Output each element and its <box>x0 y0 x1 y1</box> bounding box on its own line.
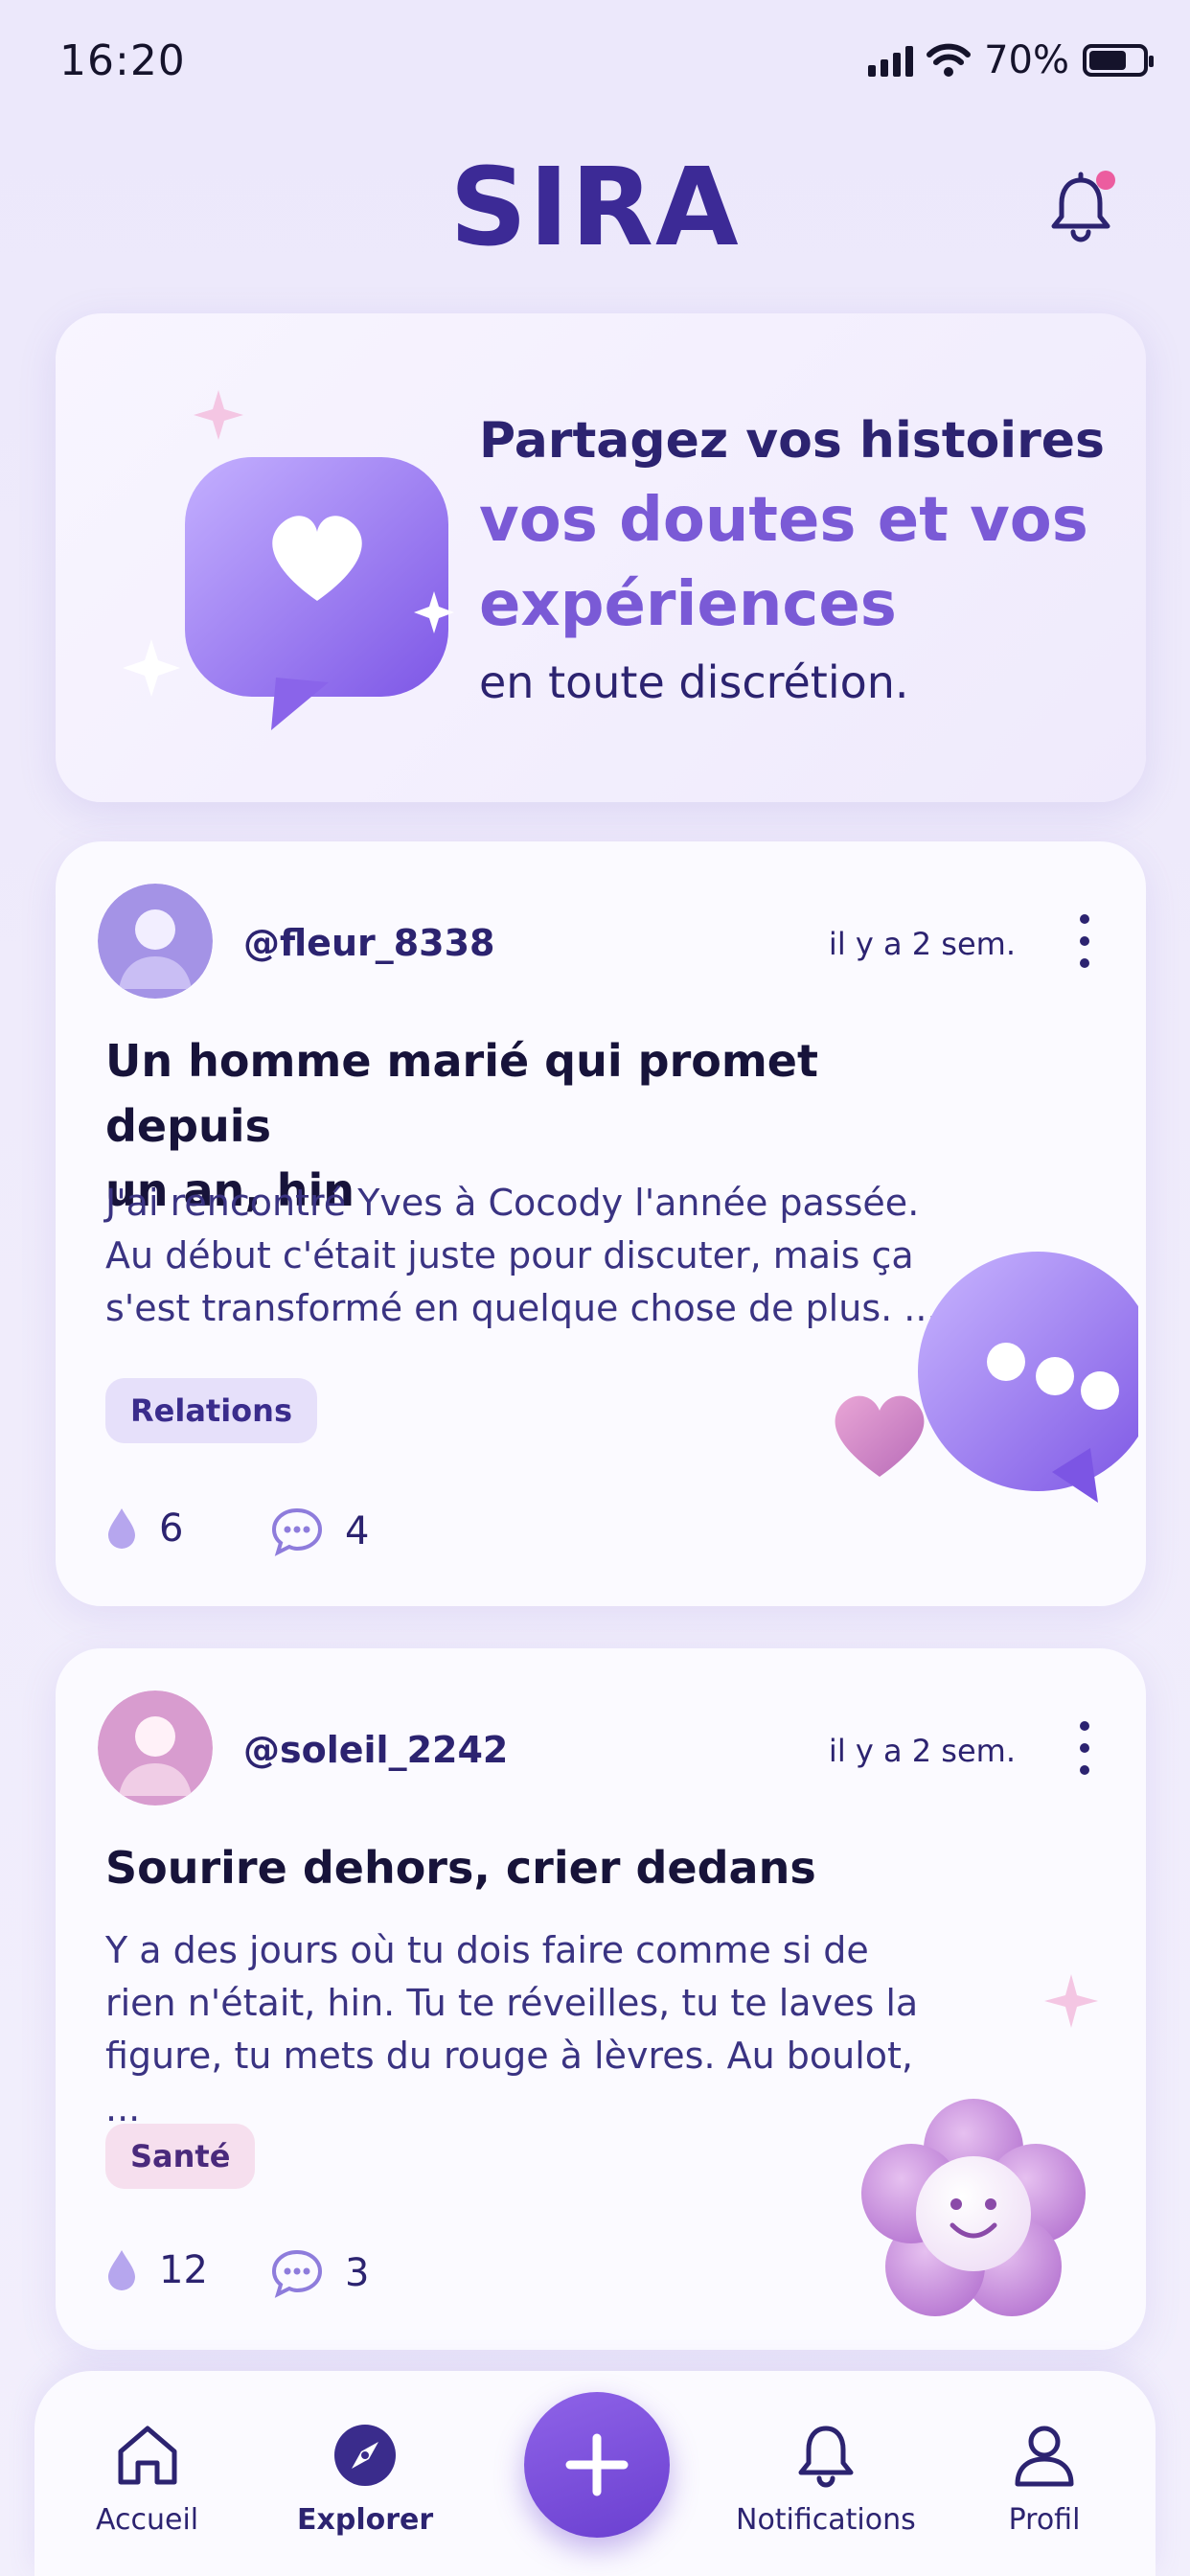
more-options-button[interactable] <box>1073 1721 1096 1775</box>
like-count-value: 12 <box>159 2248 208 2292</box>
notification-dot <box>1096 171 1115 190</box>
post-excerpt-line: J'ai rencontré Yves à Cocody l'année pas… <box>105 1182 920 1224</box>
avatar[interactable] <box>98 1690 213 1806</box>
signal-icon <box>868 44 914 77</box>
notifications-button[interactable] <box>1044 171 1117 247</box>
user-icon <box>1015 2426 1074 2487</box>
post-card[interactable]: @fleur_8338 il y a 2 sem. Un homme marié… <box>56 841 1146 1606</box>
app-title: SIRA <box>449 146 741 270</box>
comment-count-value: 3 <box>345 2251 370 2295</box>
hero-subtitle: en toute discrétion. <box>479 656 909 709</box>
nav-notifications[interactable]: Notifications <box>736 2419 916 2537</box>
post-excerpt-line: figure, tu mets du rouge à lèvres. Au bo… <box>105 2035 913 2130</box>
category-tag[interactable]: Santé <box>105 2124 256 2189</box>
post-time: il y a 2 sem. <box>828 1733 1016 1769</box>
comment-icon <box>271 1507 323 1556</box>
like-count-value: 6 <box>159 1506 184 1551</box>
compass-icon <box>334 2425 397 2486</box>
hero-text: Partagez vos histoires vos doutes et vos… <box>479 409 1131 708</box>
comment-icon <box>271 2249 323 2298</box>
post-title-line: Un homme marié qui promet depuis <box>105 1035 818 1152</box>
nav-explore-label: Explorer <box>297 2503 434 2537</box>
like-count[interactable]: 6 <box>105 1506 183 1551</box>
comment-count[interactable]: 3 <box>270 2248 369 2298</box>
nav-home[interactable]: Accueil <box>96 2419 198 2537</box>
more-options-button[interactable] <box>1073 914 1096 968</box>
post-excerpt-line: rien n'était, hin. Tu te réveilles, tu t… <box>105 1982 919 2025</box>
plus-icon <box>565 2433 629 2496</box>
drop-icon <box>108 1508 135 1549</box>
nav-profile-label: Profil <box>1008 2503 1081 2537</box>
nav-explore[interactable]: Explorer <box>297 2419 433 2537</box>
hero-banner: Partagez vos histoires vos doutes et vos… <box>56 313 1146 802</box>
status-bar: 16:20 70% <box>0 0 1190 125</box>
status-time: 16:20 <box>59 36 186 85</box>
post-time: il y a 2 sem. <box>828 926 1016 962</box>
battery-icon <box>1083 44 1154 77</box>
nav-notifications-label: Notifications <box>736 2503 916 2537</box>
category-tag[interactable]: Relations <box>105 1378 317 1443</box>
user-avatar-icon <box>98 884 213 999</box>
bottom-navigation: Accueil Explorer Notifications Profil <box>34 2371 1156 2576</box>
comment-count[interactable]: 4 <box>270 1506 369 1556</box>
status-icons: 70% <box>868 38 1154 82</box>
create-post-button[interactable] <box>524 2392 670 2538</box>
like-count[interactable]: 12 <box>105 2248 208 2292</box>
post-card[interactable]: @soleil_2242 il y a 2 sem. Sourire dehor… <box>56 1648 1146 2350</box>
hero-heading: Partagez vos histoires <box>479 412 1105 470</box>
nav-home-label: Accueil <box>96 2503 199 2537</box>
user-avatar-icon <box>98 1690 213 1806</box>
username[interactable]: @soleil_2242 <box>243 1729 508 1771</box>
post-excerpt: Y a des jours où tu dois faire comme si … <box>105 1924 939 2135</box>
avatar[interactable] <box>98 884 213 999</box>
comment-count-value: 4 <box>345 1509 370 1553</box>
nav-profile[interactable]: Profil <box>1008 2419 1081 2537</box>
post-excerpt-line: Y a des jours où tu dois faire comme si … <box>105 1929 869 1971</box>
home-icon <box>118 2426 177 2485</box>
bell-icon <box>798 2426 854 2488</box>
battery-percent: 70% <box>984 38 1069 82</box>
drop-icon <box>108 2250 135 2290</box>
battery-level <box>1089 51 1126 70</box>
chat-bubble-heart-icon <box>835 1252 1138 1503</box>
chat-heart-icon <box>123 390 454 730</box>
smiling-flower-icon <box>861 1974 1098 2316</box>
hero-highlight-2: expériences <box>479 568 897 640</box>
wifi-icon <box>927 43 972 77</box>
post-title[interactable]: Sourire dehors, crier dedans <box>105 1836 968 1901</box>
post-title-line: Sourire dehors, crier dedans <box>105 1842 816 1894</box>
hero-highlight-1: vos doutes et vos <box>479 484 1088 556</box>
username[interactable]: @fleur_8338 <box>243 922 495 964</box>
